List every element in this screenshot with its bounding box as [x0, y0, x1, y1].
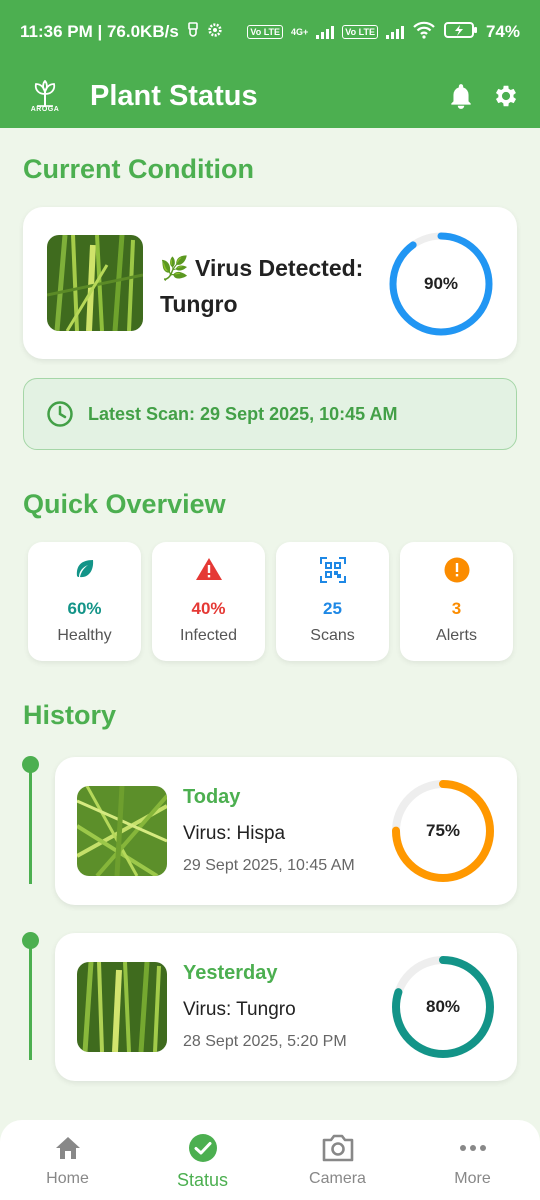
condition-label: Virus Detected:	[195, 255, 364, 281]
nav-label: Camera	[309, 1170, 366, 1187]
history-time: 28 Sept 2025, 5:20 PM	[183, 1033, 347, 1050]
history-virus: Virus: Hispa	[183, 823, 286, 844]
confidence-value: 90%	[423, 274, 459, 293]
overview-value: 25	[323, 599, 342, 618]
overview-card-healthy[interactable]: 60% Healthy	[28, 542, 141, 661]
nav-label: Status	[176, 1170, 229, 1190]
settings-small-icon	[207, 22, 223, 43]
history-title: Yesterday	[183, 962, 278, 984]
timeline-line	[29, 764, 32, 884]
nav-label: More	[454, 1170, 491, 1187]
camera-icon	[321, 1132, 355, 1164]
history-thumbnail	[77, 962, 167, 1052]
warning-icon	[152, 557, 265, 581]
condition-status: 🌿 Virus Detected: Tungro	[160, 250, 380, 322]
history-virus: Virus: Tungro	[183, 999, 296, 1020]
nav-more[interactable]: More	[405, 1120, 540, 1200]
latest-scan-text: Latest Scan: 29 Sept 2025, 10:45 AM	[88, 403, 398, 424]
battery-icon	[443, 21, 478, 44]
usb-icon	[187, 21, 199, 43]
history-confidence-value: 80%	[425, 997, 461, 1016]
home-icon	[54, 1132, 82, 1164]
overview-card-infected[interactable]: 40% Infected	[152, 542, 265, 661]
overview-value: 3	[451, 599, 462, 618]
bottom-navigation: Home Status Camera More	[0, 1120, 540, 1200]
history-item[interactable]: Today Virus: Hispa 29 Sept 2025, 10:45 A…	[55, 757, 517, 905]
latest-scan-banner: Latest Scan: 29 Sept 2025, 10:45 AM	[23, 378, 517, 450]
gear-icon	[495, 85, 517, 107]
leaf-emoji-icon: 🌿	[160, 255, 189, 281]
notifications-button[interactable]	[448, 82, 474, 110]
quick-overview-heading: Quick Overview	[23, 489, 226, 519]
wifi-icon	[412, 21, 436, 44]
page-title: Plant Status	[90, 79, 258, 112]
app-bar: AROGA Plant Status	[0, 64, 540, 128]
condition-virus-name: Tungro	[160, 291, 238, 317]
overview-value: 40%	[191, 599, 226, 618]
history-title: Today	[183, 786, 241, 808]
app-logo: AROGA	[20, 71, 70, 121]
alert-circle-icon	[400, 557, 513, 583]
bell-icon	[451, 84, 471, 109]
qr-scan-icon	[276, 557, 389, 583]
signal-1-icon	[316, 25, 335, 39]
leaf-icon	[28, 557, 141, 581]
overview-card-alerts[interactable]: 3 Alerts	[400, 542, 513, 661]
history-confidence-ring: 80%	[390, 954, 496, 1060]
timeline-dot	[22, 756, 39, 773]
overview-label: Scans	[310, 627, 355, 644]
nav-label: Home	[46, 1170, 89, 1187]
clock-icon	[46, 400, 74, 428]
nav-camera[interactable]: Camera	[270, 1120, 405, 1200]
more-icon	[459, 1132, 487, 1164]
timeline-dot	[22, 932, 39, 949]
plant-logo-icon	[34, 79, 56, 107]
history-time: 29 Sept 2025, 10:45 AM	[183, 857, 355, 874]
status-time: 11:36 PM | 76.0KB/s	[20, 22, 179, 41]
history-thumbnail	[77, 786, 167, 876]
network-type: 4G+	[291, 27, 309, 37]
check-circle-icon	[188, 1132, 218, 1164]
confidence-ring: 90%	[387, 230, 495, 338]
nav-home[interactable]: Home	[0, 1120, 135, 1200]
history-heading: History	[23, 700, 117, 730]
history-item[interactable]: Yesterday Virus: Tungro 28 Sept 2025, 5:…	[55, 933, 517, 1081]
logo-text: AROGA	[30, 105, 60, 113]
overview-label: Alerts	[436, 627, 477, 644]
overview-value: 60%	[67, 599, 102, 618]
history-confidence-value: 75%	[425, 821, 461, 840]
system-status-bar: 11:36 PM | 76.0KB/s Vo LTE 4G+ Vo LTE 74…	[0, 0, 540, 64]
nav-status[interactable]: Status	[135, 1120, 270, 1200]
volte-badge-2: Vo LTE	[342, 25, 378, 39]
settings-button[interactable]	[492, 82, 520, 110]
signal-2-icon	[385, 25, 404, 39]
plant-thumbnail	[47, 235, 143, 331]
history-confidence-ring: 75%	[390, 778, 496, 884]
timeline-line	[29, 940, 32, 1060]
overview-label: Healthy	[57, 627, 112, 644]
overview-label: Infected	[180, 627, 237, 644]
volte-badge-1: Vo LTE	[247, 25, 284, 39]
current-condition-card[interactable]: 🌿 Virus Detected: Tungro 90%	[23, 207, 517, 359]
current-condition-heading: Current Condition	[23, 154, 254, 184]
overview-card-scans[interactable]: 25 Scans	[276, 542, 389, 661]
battery-percent: 74%	[485, 22, 520, 41]
